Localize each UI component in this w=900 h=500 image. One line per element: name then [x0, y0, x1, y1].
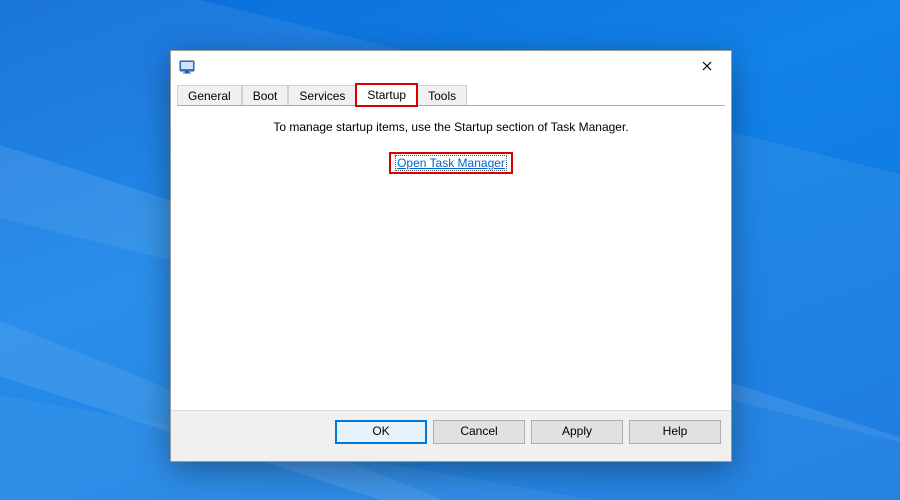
ok-button[interactable]: OK [335, 420, 427, 444]
cancel-button[interactable]: Cancel [433, 420, 525, 444]
help-button[interactable]: Help [629, 420, 721, 444]
tab-general[interactable]: General [177, 85, 242, 106]
startup-tab-page: To manage startup items, use the Startup… [177, 105, 725, 404]
tab-tools[interactable]: Tools [417, 85, 467, 106]
tab-strip: General Boot Services Startup Tools [171, 81, 731, 105]
titlebar [171, 51, 731, 81]
tab-services[interactable]: Services [288, 85, 356, 106]
tab-startup[interactable]: Startup [356, 84, 417, 106]
apply-button[interactable]: Apply [531, 420, 623, 444]
dialog-button-row: OK Cancel Apply Help [171, 410, 731, 461]
open-task-manager-highlight: Open Task Manager [389, 152, 513, 174]
open-task-manager-link[interactable]: Open Task Manager [395, 155, 507, 171]
desktop-background: General Boot Services Startup Tools To m… [0, 0, 900, 500]
msconfig-window: General Boot Services Startup Tools To m… [170, 50, 732, 462]
close-button[interactable] [685, 51, 729, 81]
tab-boot[interactable]: Boot [242, 85, 289, 106]
startup-instruction-text: To manage startup items, use the Startup… [177, 120, 725, 134]
msconfig-icon [179, 58, 195, 74]
